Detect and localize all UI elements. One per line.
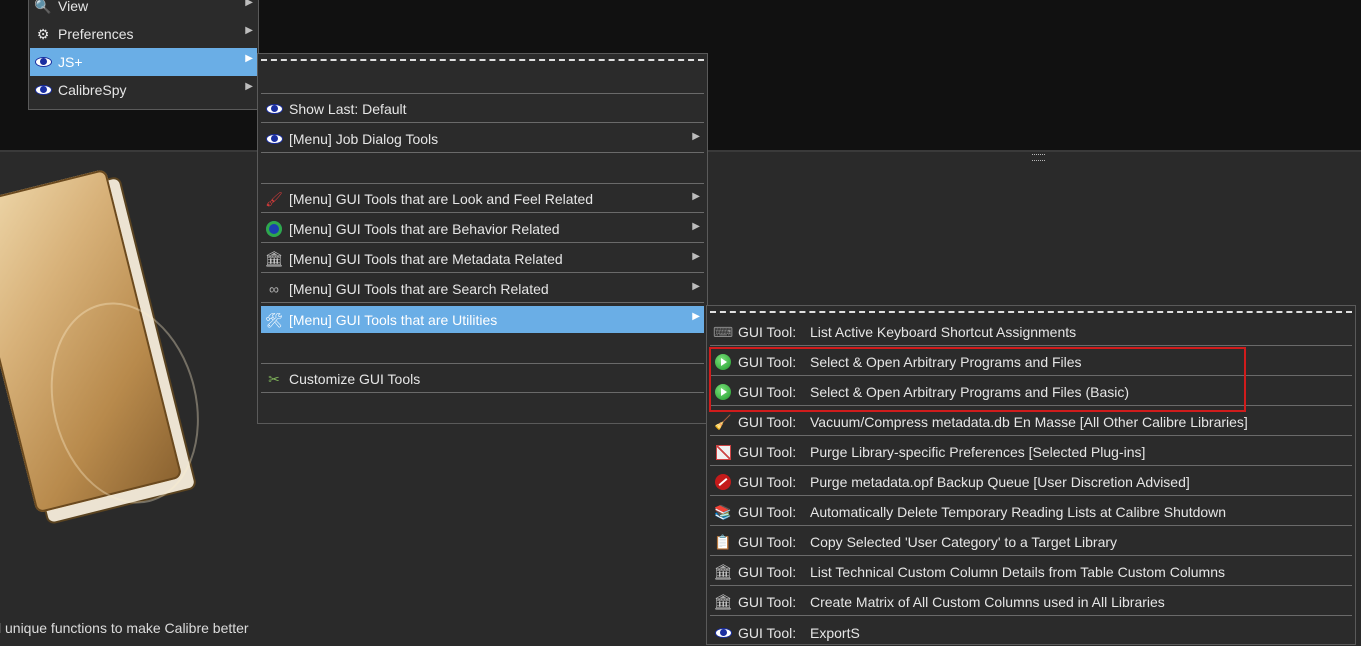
menu-separator [261,93,704,94]
splitter-grip-icon[interactable]: ······· ······· [1031,150,1046,165]
tear-off-line[interactable] [261,59,704,61]
menu-item-job-dialog-tools[interactable]: [Menu] Job Dialog Tools ▶ [261,126,704,153]
eye-icon [264,99,284,119]
behavior-icon [264,219,284,239]
menu-item-list-custom-columns[interactable]: 🏛 GUI Tool: List Technical Custom Column … [710,559,1352,586]
pillar-icon: 🏛 [713,593,733,611]
submenu-arrow-icon: ▶ [692,251,700,262]
menu-item-jsplus[interactable]: JS+ ▶ [30,48,257,76]
menu-item-customize-gui-tools[interactable]: ✂ Customize GUI Tools [261,366,704,393]
menu-item-exports[interactable]: GUI Tool: ExportS [710,619,1352,646]
submenu-arrow-icon: ▶ [692,191,700,202]
books-icon: 📚 [714,504,732,520]
pillar-icon: 🏛 [713,563,733,581]
menu-item-purge-backup-queue[interactable]: GUI Tool: Purge metadata.opf Backup Queue… [710,469,1352,496]
menu-item-purge-preferences[interactable]: GUI Tool: Purge Library-specific Preferen… [710,439,1352,466]
eye-icon [33,52,53,72]
menu-item-calibrespy[interactable]: CalibreSpy ▶ [30,76,257,104]
gears-icon: ⚙ [36,26,50,42]
vacuum-icon: 🧹 [714,414,732,430]
purge-icon [713,442,733,462]
tools-icon: 🛠 [265,311,283,328]
menu-item-search[interactable]: ∞ [Menu] GUI Tools that are Search Relat… [261,276,704,303]
menu-item-behavior[interactable]: [Menu] GUI Tools that are Behavior Relat… [261,216,704,243]
menu-item-vacuum-metadata[interactable]: 🧹 GUI Tool: Vacuum/Compress metadata.db E… [710,409,1352,436]
keyboard-icon: ⌨ [712,324,734,340]
no-entry-icon [713,472,733,492]
wrench-screwdriver-icon: ✂ [268,371,280,387]
menu-item-show-last[interactable]: Show Last: Default [261,96,704,123]
menu-item-metadata[interactable]: 🏛 [Menu] GUI Tools that are Metadata Rel… [261,246,704,273]
menu-item-delete-reading-lists[interactable]: 📚 GUI Tool: Automatically Delete Temporar… [710,499,1352,526]
tear-off-line[interactable] [710,311,1352,313]
menu-item-custom-column-matrix[interactable]: 🏛 GUI Tool: Create Matrix of All Custom C… [710,589,1352,616]
menu-item-view[interactable]: 🔍 View ▶ [30,0,257,20]
magnifier-icon: 🔍 [34,0,52,14]
jsplus-submenu: Show Last: Default [Menu] Job Dialog Too… [257,53,708,424]
submenu-arrow-icon: ▶ [245,0,253,8]
main-menu: 🔍 View ▶ ⚙ Preferences ▶ JS+ ▶ CalibreSp… [28,0,259,110]
menu-item-look-and-feel[interactable]: 🖌 [Menu] GUI Tools that are Look and Fee… [261,186,704,213]
spy-eye-icon [33,80,53,100]
pillar-icon: 🏛 [264,250,284,268]
menu-item-preferences[interactable]: ⚙ Preferences ▶ [30,20,257,48]
eye-icon [264,129,284,149]
submenu-arrow-icon: ▶ [245,81,253,92]
submenu-arrow-icon: ▶ [692,131,700,142]
submenu-arrow-icon: ▶ [245,53,253,64]
menu-separator [261,363,704,364]
copy-category-icon: 📋 [714,534,732,550]
menu-item-list-keyboard-shortcuts[interactable]: ⌨ GUI Tool: List Active Keyboard Shortcut… [710,319,1352,346]
submenu-arrow-icon: ▶ [692,311,700,322]
eye-icon [713,623,733,643]
footer-text: l unique functions to make Calibre bette… [0,620,249,636]
submenu-arrow-icon: ▶ [245,25,253,36]
brush-icon: 🖌 [265,191,283,207]
menu-item-utilities[interactable]: 🛠 [Menu] GUI Tools that are Utilities ▶ [261,306,704,333]
menu-item-copy-user-category[interactable]: 📋 GUI Tool: Copy Selected 'User Category'… [710,529,1352,556]
highlight-callout-box [709,347,1246,412]
menu-separator [261,183,704,184]
calibre-book-image [0,166,220,525]
submenu-arrow-icon: ▶ [692,221,700,232]
submenu-arrow-icon: ▶ [692,281,700,292]
binoculars-icon: ∞ [269,281,279,297]
